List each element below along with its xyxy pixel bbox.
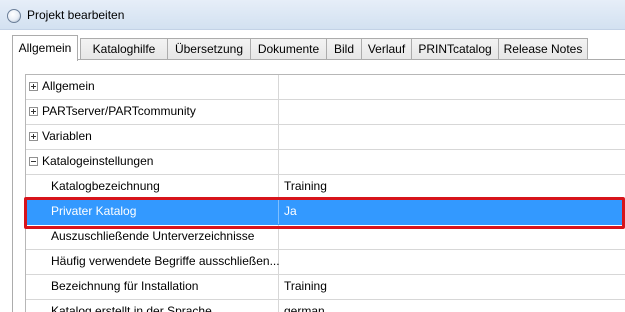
property-value-cell [280,100,625,124]
property-name-cell: Häufig verwendete Begriffe ausschließen.… [26,250,280,274]
property-name-cell: PARTserver/PARTcommunity [26,100,279,124]
property-name: Auszuschließende Unterverzeichnisse [51,229,255,243]
tab-dokumente[interactable]: Dokumente [250,38,327,60]
property-name: Allgemein [42,79,95,93]
property-value: Training [284,279,327,293]
property-value: Training [284,179,327,193]
property-name: Katalog erstellt in der Sprache [51,304,212,312]
property-name-cell: Privater Katalog [26,200,279,224]
property-value-cell [280,75,625,99]
property-value: Ja [284,204,297,218]
tab-strip: Allgemein Kataloghilfe Übersetzung Dokum… [12,34,625,61]
property-name: Katalogeinstellungen [42,154,154,168]
grid-row-property[interactable]: Katalog erstellt in der Sprache german [26,300,625,312]
window-title: Projekt bearbeiten [27,8,125,22]
property-name-cell: Katalog erstellt in der Sprache [26,300,279,312]
property-grid: Allgemein PARTserver/PARTcommunity Varia… [25,74,625,312]
property-value-cell[interactable]: Training [280,275,625,299]
expand-plus-icon[interactable] [29,132,38,141]
tab-kataloghilfe[interactable]: Kataloghilfe [80,38,168,60]
title-bar: Projekt bearbeiten [0,0,625,30]
tab-bild[interactable]: Bild [326,38,362,60]
property-name-cell: Allgemein [26,75,279,99]
grid-row-category[interactable]: Allgemein [26,75,625,100]
tab-verlauf[interactable]: Verlauf [361,38,412,60]
expand-plus-icon[interactable] [29,82,38,91]
property-name-cell: Bezeichnung für Installation [26,275,279,299]
property-name-cell: Katalogbezeichnung [26,175,279,199]
property-value-cell[interactable]: Training [280,175,625,199]
grid-row-property[interactable]: Katalogbezeichnung Training [26,175,625,200]
tab-release-notes[interactable]: Release Notes [498,38,588,60]
property-name: PARTserver/PARTcommunity [42,104,196,118]
property-name-cell: Auszuschließende Unterverzeichnisse [26,225,279,249]
property-value-cell[interactable] [280,225,625,249]
property-name-cell: Variablen [26,125,279,149]
grid-row-category[interactable]: PARTserver/PARTcommunity [26,100,625,125]
tab-uebersetzung[interactable]: Übersetzung [167,38,251,60]
tab-allgemein[interactable]: Allgemein [12,35,78,61]
grid-row-property[interactable]: Bezeichnung für Installation Training [26,275,625,300]
property-value-cell [280,125,625,149]
property-value-cell [280,150,625,174]
collapse-minus-icon[interactable] [29,157,38,166]
expand-plus-icon[interactable] [29,107,38,116]
dialog-client-area: Allgemein Kataloghilfe Übersetzung Dokum… [0,30,625,312]
property-value-cell[interactable]: german [280,300,625,312]
tab-printcatalog[interactable]: PRINTcatalog [411,38,499,60]
property-name-cell: Katalogeinstellungen [26,150,279,174]
tab-panel-allgemein: Allgemein PARTserver/PARTcommunity Varia… [12,59,625,312]
property-name: Privater Katalog [51,204,137,218]
property-name: Variablen [42,129,92,143]
property-value-cell[interactable] [280,250,625,274]
property-value: german [284,304,325,312]
grid-row-property-selected[interactable]: Privater Katalog Ja [26,200,625,225]
property-value-cell[interactable]: Ja [280,200,625,224]
property-name: Bezeichnung für Installation [51,279,199,293]
grid-row-category[interactable]: Variablen [26,125,625,150]
app-globe-icon [7,9,21,23]
property-name: Katalogbezeichnung [51,179,160,193]
grid-row-category[interactable]: Katalogeinstellungen [26,150,625,175]
grid-row-property[interactable]: Häufig verwendete Begriffe ausschließen.… [26,250,625,275]
grid-row-property[interactable]: Auszuschließende Unterverzeichnisse [26,225,625,250]
property-name: Häufig verwendete Begriffe ausschließen.… [51,254,280,268]
